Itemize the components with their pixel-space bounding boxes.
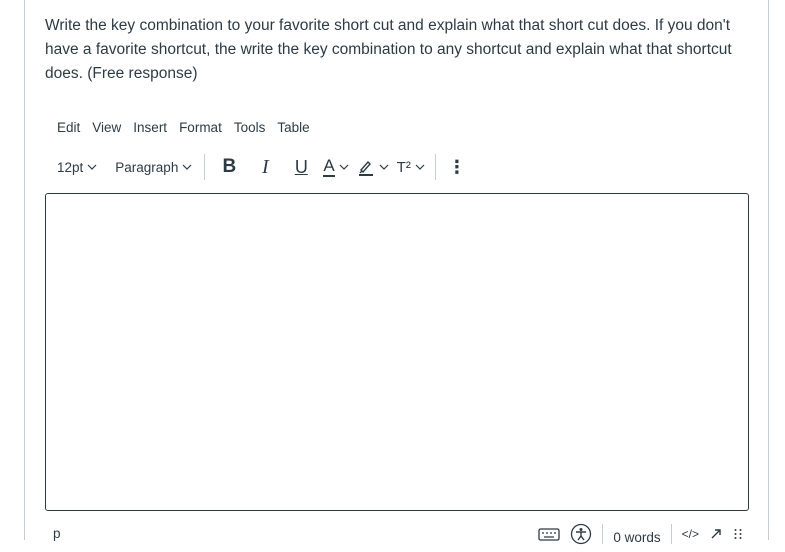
menu-format[interactable]: Format xyxy=(173,118,228,137)
block-format-value: Paragraph xyxy=(115,159,179,175)
bold-button[interactable]: B xyxy=(211,153,247,181)
menu-insert[interactable]: Insert xyxy=(127,118,173,137)
underline-button[interactable]: U xyxy=(283,153,319,181)
statusbar-actions: 0 words </> xyxy=(538,522,743,546)
block-format-dropdown[interactable]: Paragraph xyxy=(109,153,198,181)
resize-handle-icon[interactable] xyxy=(733,527,743,541)
font-size-value: 12pt xyxy=(57,159,84,175)
word-count[interactable]: 0 words xyxy=(602,524,672,545)
chevron-down-icon xyxy=(339,164,349,170)
fullscreen-icon[interactable] xyxy=(709,527,723,541)
rich-text-editor[interactable] xyxy=(45,193,749,511)
chevron-down-icon xyxy=(87,164,97,170)
menu-tools[interactable]: Tools xyxy=(228,118,272,137)
text-color-icon: A xyxy=(323,156,335,177)
highlighter-icon xyxy=(358,160,373,176)
keyboard-icon[interactable] xyxy=(538,525,561,543)
more-options-button[interactable]: ⋮ xyxy=(442,153,472,181)
question-text: Write the key combination to your favori… xyxy=(45,17,732,82)
menu-edit[interactable]: Edit xyxy=(51,118,86,137)
editor-menubar: Edit View Insert Format Tools Table xyxy=(51,118,316,137)
italic-button[interactable]: I xyxy=(247,153,283,181)
font-size-dropdown[interactable]: 12pt xyxy=(51,153,103,181)
html-editor-button[interactable]: </> xyxy=(682,527,699,541)
chevron-down-icon xyxy=(415,164,425,170)
editor-toolbar: 12pt Paragraph B I U A T² ⋮ xyxy=(51,152,472,182)
chevron-down-icon xyxy=(379,164,389,170)
highlight-color-button[interactable] xyxy=(353,153,393,181)
accessibility-icon[interactable] xyxy=(570,523,592,545)
editor-statusbar: p 0 words </> xyxy=(45,522,749,546)
chevron-down-icon xyxy=(182,164,192,170)
superscript-icon: T² xyxy=(396,158,411,176)
toolbar-divider xyxy=(204,154,206,180)
toolbar-divider xyxy=(434,154,436,180)
menu-view[interactable]: View xyxy=(86,118,127,137)
element-path[interactable]: p xyxy=(53,526,61,541)
text-color-button[interactable]: A xyxy=(319,153,352,181)
menu-table[interactable]: Table xyxy=(271,118,315,137)
superscript-dropdown[interactable]: T² xyxy=(393,153,429,181)
